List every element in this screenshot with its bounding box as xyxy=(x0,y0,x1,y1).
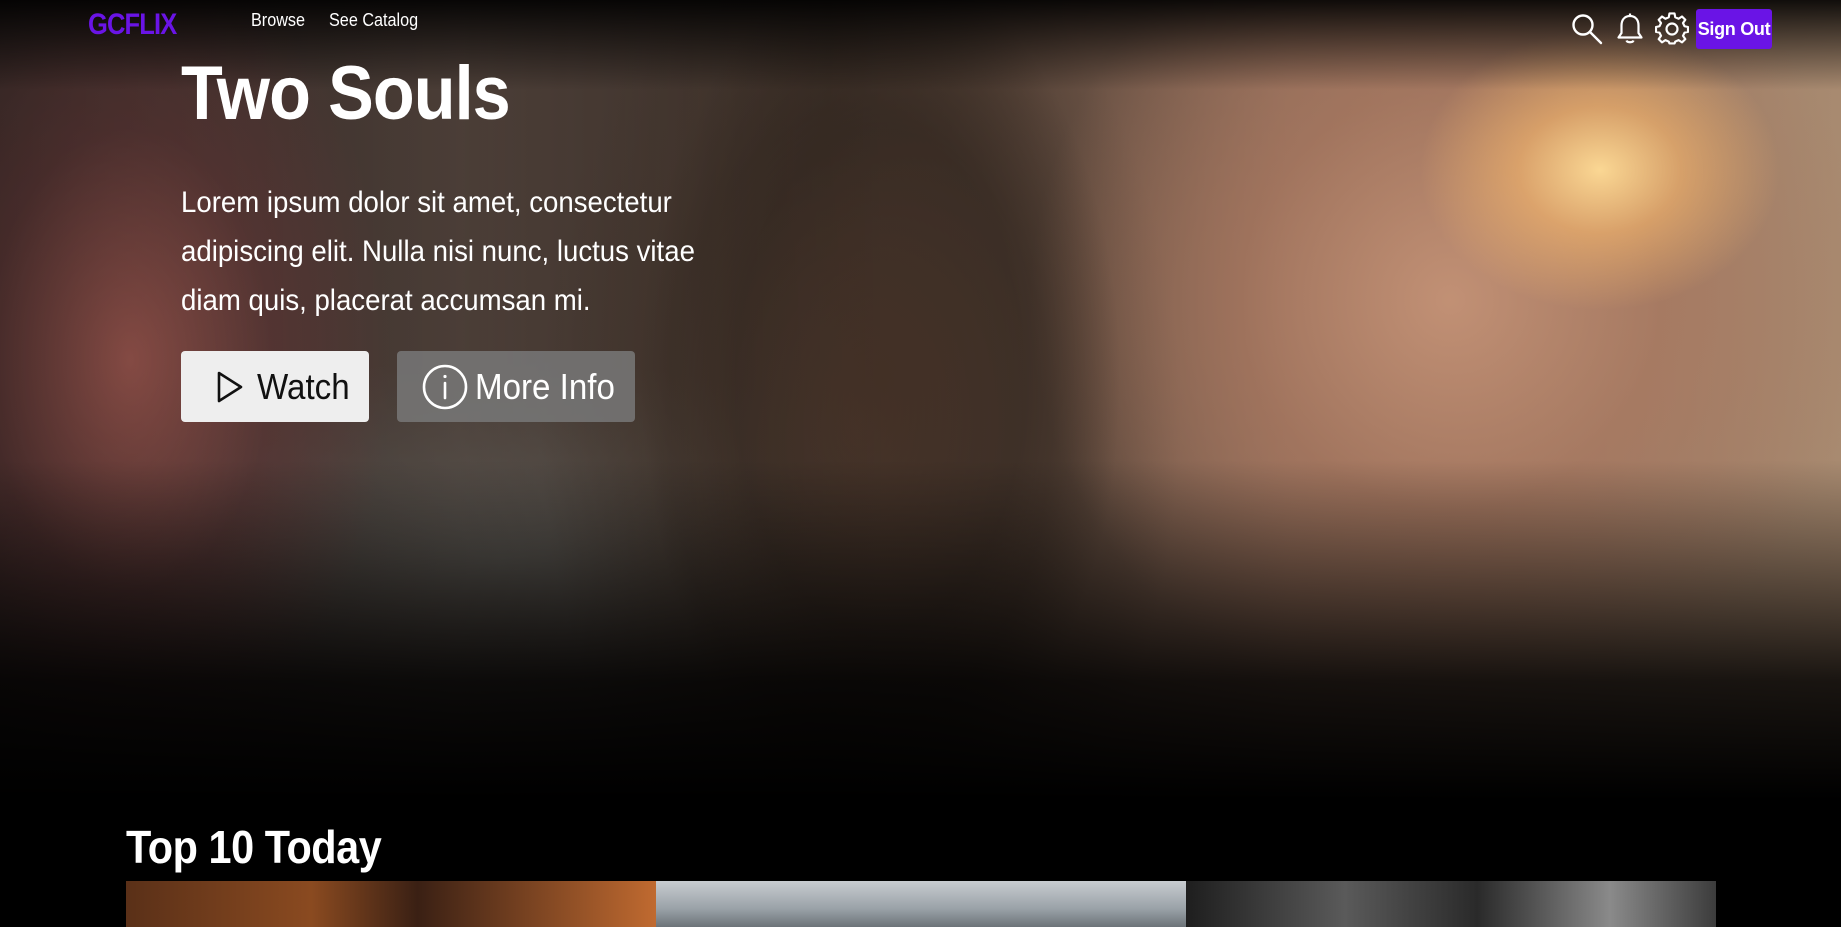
more-info-button[interactable]: More Info xyxy=(397,351,635,422)
bell-icon[interactable] xyxy=(1613,12,1647,46)
row-title-top-10-today: Top 10 Today xyxy=(126,821,382,873)
more-info-button-label: More Info xyxy=(475,365,615,407)
logo[interactable]: GCFLIX xyxy=(88,8,177,42)
hero-description: Lorem ipsum dolor sit amet, consectetur … xyxy=(181,186,695,317)
title-thumbnail[interactable] xyxy=(656,881,1186,927)
nav-link-browse[interactable]: Browse xyxy=(251,10,305,31)
hero-title: Two Souls xyxy=(181,51,511,136)
sign-out-button[interactable]: Sign Out xyxy=(1696,9,1772,49)
title-thumbnail[interactable] xyxy=(1186,881,1716,927)
watch-button[interactable]: Watch xyxy=(181,351,369,422)
title-thumbnail[interactable] xyxy=(126,881,656,927)
info-icon xyxy=(421,363,469,411)
gear-icon[interactable] xyxy=(1654,12,1690,46)
watch-button-label: Watch xyxy=(257,365,350,407)
search-icon[interactable] xyxy=(1570,12,1604,46)
hero-bottom-fade xyxy=(0,460,1841,800)
play-icon xyxy=(215,370,245,404)
nav-link-see-catalog[interactable]: See Catalog xyxy=(329,10,418,31)
